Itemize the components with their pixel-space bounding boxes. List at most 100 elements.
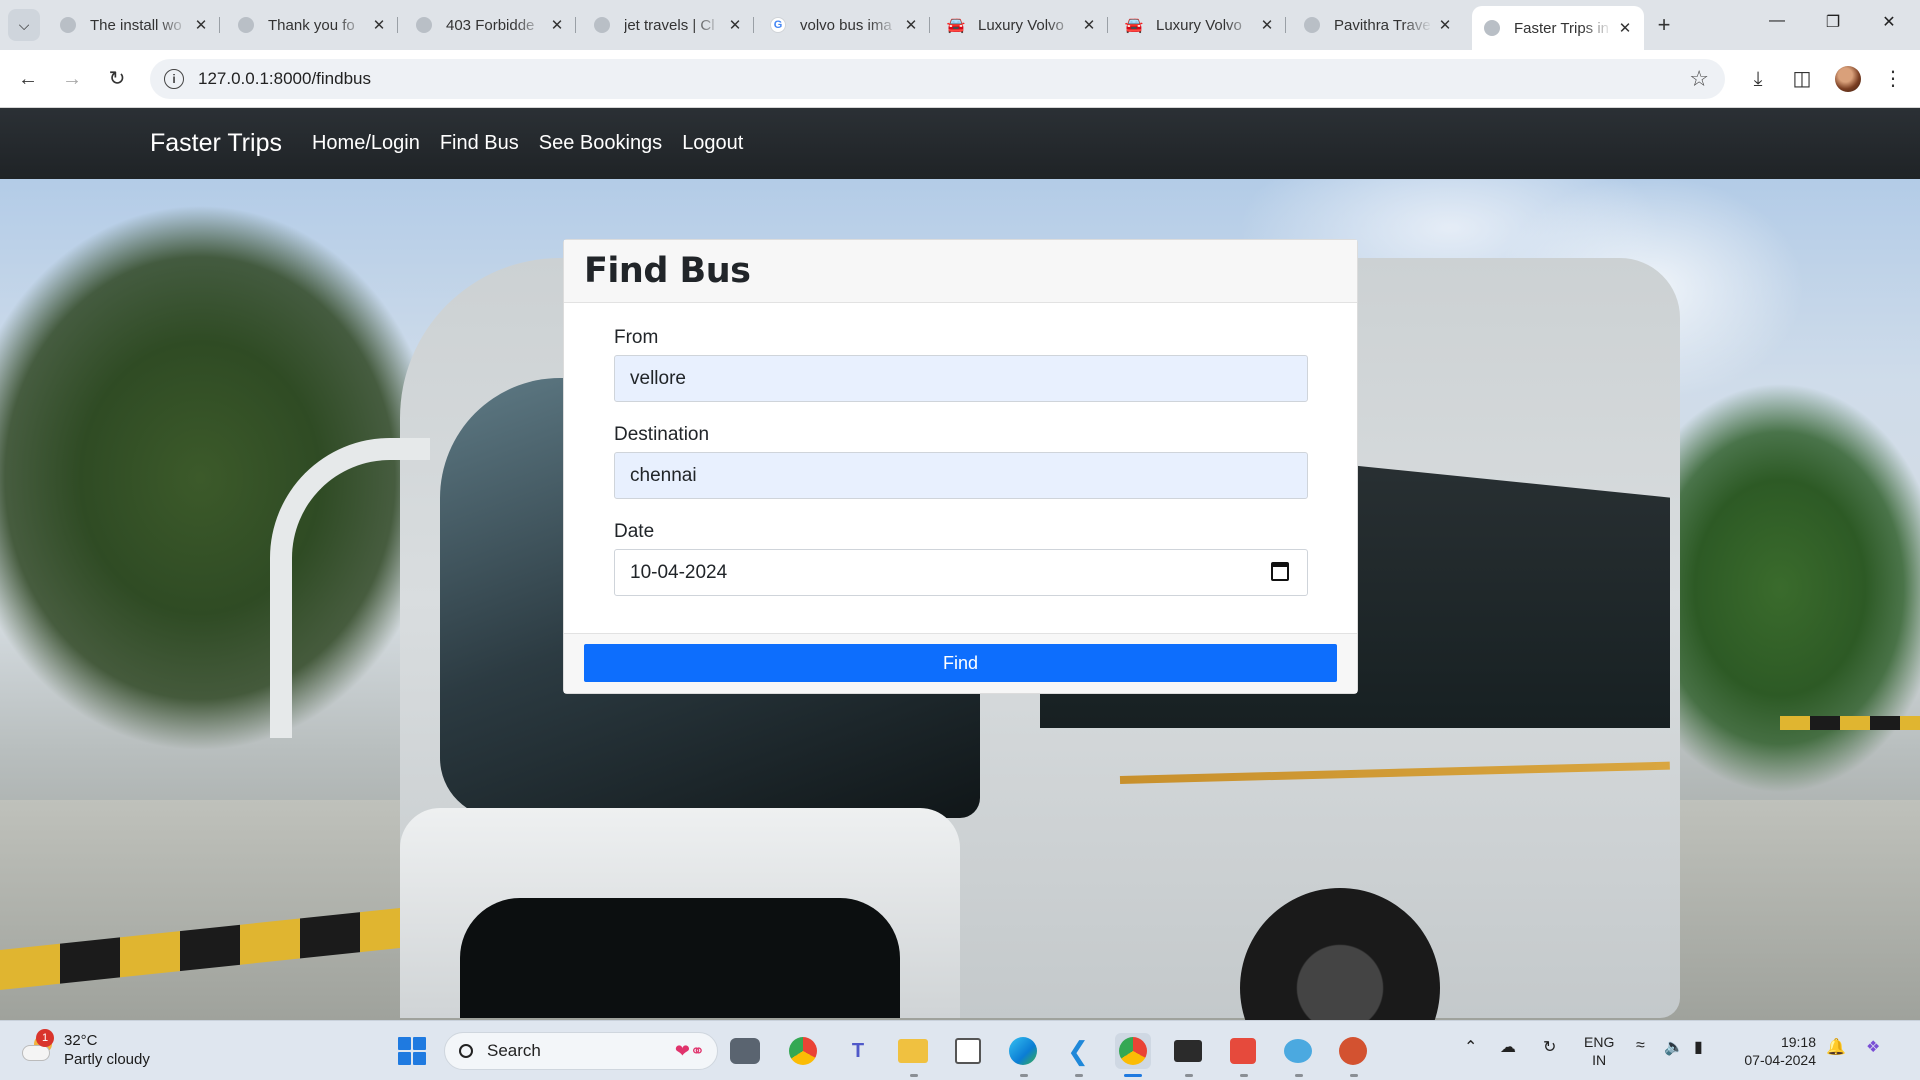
- browser-tab[interactable]: Pavithra Trave ✕: [1292, 8, 1464, 42]
- destination-label: Destination: [614, 424, 710, 445]
- chrome-active-icon[interactable]: [1115, 1033, 1151, 1069]
- destination-field-group: Destination chennai: [614, 424, 1308, 499]
- globe-icon: [416, 17, 432, 33]
- file-explorer-icon[interactable]: [895, 1033, 931, 1069]
- bookmark-star-icon[interactable]: ☆: [1689, 66, 1709, 92]
- browser-tab[interactable]: G volvo bus ima ✕: [758, 8, 930, 42]
- from-input[interactable]: vellore: [614, 355, 1308, 402]
- volume-muted-icon[interactable]: 🔈: [1664, 1037, 1684, 1057]
- restore-icon[interactable]: ❐: [1818, 12, 1848, 32]
- weather-widget[interactable]: 1 32°C Partly cloudy: [22, 1029, 150, 1069]
- minimize-icon[interactable]: —: [1762, 12, 1792, 30]
- vscode-icon[interactable]: ❮: [1060, 1033, 1096, 1069]
- powerpoint-icon[interactable]: [1335, 1033, 1371, 1069]
- globe-icon: [60, 17, 76, 33]
- teams-icon[interactable]: T: [840, 1033, 876, 1069]
- tab-title: Thank you fo: [268, 16, 355, 34]
- car-icon: 🚘: [946, 17, 966, 34]
- brand-link[interactable]: Faster Trips: [150, 129, 282, 158]
- close-icon[interactable]: ✕: [1258, 16, 1276, 34]
- tab-title: volvo bus ima: [800, 16, 892, 34]
- nav-link-home-login[interactable]: Home/Login: [312, 132, 420, 155]
- notification-badge: 1: [36, 1029, 54, 1047]
- reload-icon[interactable]: ↻: [103, 65, 131, 93]
- card-footer: Find: [564, 633, 1357, 693]
- region-code: IN: [1592, 1052, 1607, 1068]
- partly-cloudy-icon: 1: [22, 1029, 54, 1065]
- task-view-icon[interactable]: [730, 1038, 760, 1064]
- system-clock[interactable]: 19:18 07-04-2024: [1736, 1033, 1816, 1069]
- profile-avatar[interactable]: [1835, 66, 1861, 92]
- date-input[interactable]: 10-04-2024: [614, 549, 1308, 596]
- terminal-icon[interactable]: [1170, 1033, 1206, 1069]
- close-icon[interactable]: ✕: [1080, 16, 1098, 34]
- tab-search-button[interactable]: ⌵: [8, 9, 40, 41]
- side-panel-icon[interactable]: ◫: [1787, 64, 1817, 94]
- copilot-icon[interactable]: ❖: [1866, 1037, 1880, 1057]
- weather-temperature: 32°C: [64, 1032, 98, 1049]
- microsoft-store-icon[interactable]: [950, 1033, 986, 1069]
- language-code: ENG: [1584, 1034, 1615, 1050]
- back-arrow-icon[interactable]: ←: [14, 65, 42, 93]
- browser-tab[interactable]: The install wo ✕: [48, 8, 220, 42]
- search-icon: [459, 1044, 473, 1058]
- google-icon: G: [770, 17, 786, 33]
- close-icon[interactable]: ✕: [370, 16, 388, 34]
- card-title: Find Bus: [584, 251, 751, 291]
- nav-link-find-bus[interactable]: Find Bus: [440, 132, 519, 155]
- car-icon: 🚘: [1124, 17, 1144, 34]
- language-indicator[interactable]: ENG IN: [1584, 1033, 1614, 1069]
- search-highlight-icon: ❤⚭: [674, 1040, 705, 1061]
- tab-title: The install wo: [90, 16, 182, 34]
- page-viewport: Faster Trips Home/Login Find Bus See Boo…: [0, 108, 1920, 1020]
- from-label: From: [614, 327, 659, 348]
- browser-tab-active[interactable]: Faster Trips in ✕: [1472, 6, 1644, 50]
- chevron-down-icon: ⌵: [18, 16, 30, 33]
- kebab-menu-icon[interactable]: ⋮: [1878, 64, 1908, 94]
- clock-time: 19:18: [1780, 1034, 1816, 1050]
- browser-tab[interactable]: 🚘 Luxury Volvo ✕: [1114, 8, 1286, 42]
- globe-icon: [594, 17, 610, 33]
- address-bar[interactable]: i 127.0.0.1:8000/findbus ☆: [150, 59, 1725, 99]
- close-icon[interactable]: ✕: [902, 16, 920, 34]
- refresh-icon[interactable]: ↻: [1543, 1037, 1556, 1057]
- chrome-icon[interactable]: [785, 1033, 821, 1069]
- taskbar-search[interactable]: Search ❤⚭: [444, 1032, 718, 1070]
- forward-arrow-icon[interactable]: →: [58, 65, 86, 93]
- browser-tab[interactable]: 🚘 Luxury Volvo ✕: [936, 8, 1108, 42]
- close-icon[interactable]: ✕: [726, 16, 744, 34]
- notification-bell-icon[interactable]: 🔔: [1826, 1037, 1846, 1057]
- card-header: Find Bus: [564, 240, 1357, 303]
- tray-chevron-up-icon[interactable]: ⌃: [1464, 1037, 1477, 1057]
- browser-tab[interactable]: jet travels | Cl ✕: [582, 8, 754, 42]
- windows-start-icon[interactable]: [398, 1037, 426, 1065]
- close-icon[interactable]: ✕: [1436, 16, 1454, 34]
- nav-link-logout[interactable]: Logout: [682, 132, 743, 155]
- new-tab-plus-icon[interactable]: +: [1650, 12, 1678, 38]
- browser-tab[interactable]: Thank you fo ✕: [226, 8, 398, 42]
- edge-icon[interactable]: [1005, 1033, 1041, 1069]
- calendar-icon[interactable]: [1271, 562, 1289, 581]
- wifi-icon[interactable]: ≈: [1636, 1037, 1645, 1055]
- download-icon[interactable]: ⤓: [1743, 64, 1773, 94]
- git-icon[interactable]: [1225, 1033, 1261, 1069]
- windows-taskbar: 1 32°C Partly cloudy Search ❤⚭ T ❮ ⌃ ☁ ↻…: [0, 1020, 1920, 1080]
- tab-title: 403 Forbidde: [446, 16, 535, 34]
- close-icon[interactable]: ✕: [548, 16, 566, 34]
- window-close-icon[interactable]: ✕: [1874, 12, 1904, 32]
- url-text[interactable]: 127.0.0.1:8000/findbus: [198, 69, 371, 89]
- card-body: From vellore Destination chennai Date 10…: [564, 303, 1357, 596]
- site-info-icon[interactable]: i: [164, 69, 184, 89]
- close-icon[interactable]: ✕: [1616, 19, 1634, 37]
- paint-icon[interactable]: [1280, 1033, 1316, 1069]
- find-button[interactable]: Find: [584, 644, 1337, 682]
- from-field-group: From vellore: [614, 327, 1308, 402]
- browser-toolbar: ← → ↻ i 127.0.0.1:8000/findbus ☆ ⤓ ◫ ⋮: [0, 50, 1920, 108]
- destination-input[interactable]: chennai: [614, 452, 1308, 499]
- clock-date: 07-04-2024: [1744, 1052, 1816, 1068]
- cloud-sync-icon[interactable]: ☁: [1500, 1037, 1516, 1057]
- battery-icon[interactable]: ▮: [1694, 1037, 1703, 1057]
- close-icon[interactable]: ✕: [192, 16, 210, 34]
- nav-link-see-bookings[interactable]: See Bookings: [539, 132, 662, 155]
- browser-tab[interactable]: 403 Forbidde ✕: [404, 8, 576, 42]
